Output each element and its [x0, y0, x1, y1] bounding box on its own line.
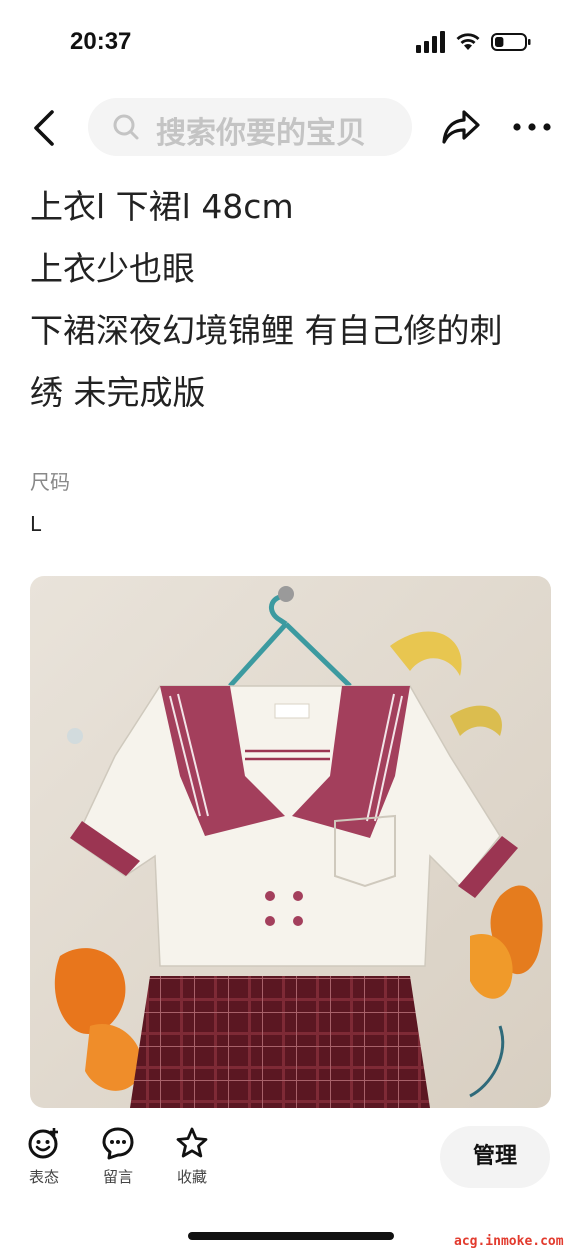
- share-icon[interactable]: [440, 108, 482, 146]
- bottom-action-bar: 表态 留言 收藏 管理: [0, 1118, 580, 1208]
- description-line: 下裙深夜幻境锦鲤 有自己修的刺: [30, 311, 503, 350]
- status-time: 20:37: [70, 28, 132, 55]
- more-options-icon[interactable]: [512, 120, 552, 134]
- react-label: 表态: [28, 1168, 59, 1186]
- watermark-text: acg.inmoke.com: [454, 1234, 564, 1249]
- favorite-button[interactable]: 收藏: [162, 1126, 222, 1187]
- uniform-illustration: [30, 576, 551, 1108]
- product-photo[interactable]: [30, 576, 551, 1108]
- status-bar: 20:37: [0, 0, 580, 86]
- react-button[interactable]: 表态: [14, 1126, 74, 1187]
- comment-button[interactable]: 留言: [88, 1126, 148, 1187]
- description-line: 绣 未完成版: [30, 373, 206, 412]
- comment-label: 留言: [102, 1168, 133, 1186]
- description-line: 上衣少也眼: [30, 249, 195, 288]
- search-input[interactable]: 搜索你要的宝贝: [88, 98, 412, 156]
- battery-icon: [491, 33, 531, 51]
- search-icon: [113, 114, 139, 140]
- description-line: 上衣l 下裙l 48cm: [30, 187, 294, 226]
- cellular-signal-icon: [416, 31, 445, 53]
- favorite-label: 收藏: [176, 1168, 207, 1186]
- search-placeholder: 搜索你要的宝贝: [156, 116, 366, 151]
- home-indicator: [188, 1232, 394, 1240]
- top-nav-bar: 搜索你要的宝贝: [0, 96, 580, 158]
- comment-bubble-icon: [102, 1127, 134, 1160]
- smiley-add-icon: [28, 1128, 58, 1159]
- size-attribute-label: 尺码: [30, 470, 70, 494]
- star-icon: [176, 1127, 208, 1158]
- size-attribute-value: L: [30, 512, 42, 536]
- wifi-icon: [456, 33, 480, 50]
- item-description: 上衣l 下裙l 48cm 上衣少也眼 下裙深夜幻境锦鲤 有自己修的刺 绣 未完成…: [30, 176, 554, 424]
- back-arrow-icon[interactable]: [28, 108, 62, 148]
- manage-button[interactable]: 管理: [440, 1126, 550, 1188]
